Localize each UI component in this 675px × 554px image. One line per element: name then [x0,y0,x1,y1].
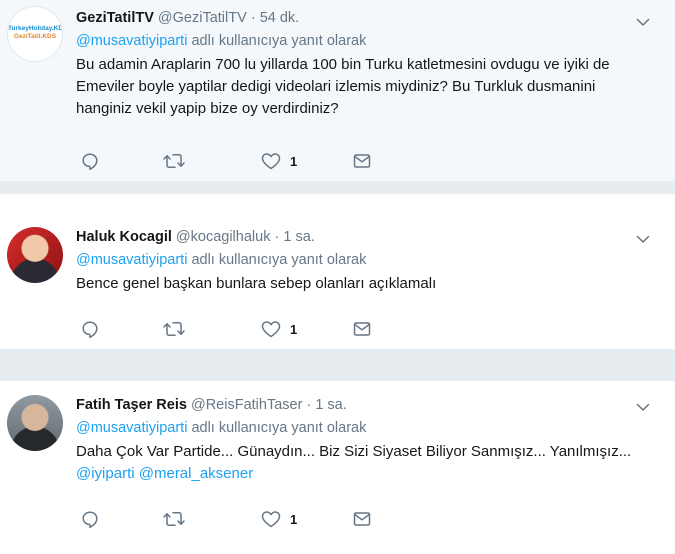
chevron-down-icon[interactable] [635,231,651,247]
logo-line-1: TurkeyHoliday.KDS [8,25,63,32]
avatar[interactable]: TurkeyHoliday.KDS GeziTatil.KDS [7,6,63,62]
timestamp[interactable]: 1 sa. [283,229,314,245]
mention-link[interactable]: @iyiparti [76,465,135,482]
reply-suffix: adlı kullanıcıya yanıt olarak [187,420,367,436]
display-name[interactable]: Haluk Kocagil [76,229,172,245]
reply-button[interactable] [80,151,100,171]
reply-mention-link[interactable]: @musavatiyiparti [76,252,187,268]
tweet-text: Bu adamin Araplarin 700 lu yillarda 100 … [76,56,610,117]
tweet-actions: 1 [80,509,400,529]
reply-icon [80,509,100,529]
tweet[interactable]: TurkeyHoliday.KDS GeziTatil.KDS GeziTati… [0,0,675,181]
timestamp[interactable]: 54 dk. [260,10,300,26]
like-icon [260,151,282,171]
reply-context: @musavatiyiparti adlı kullanıcıya yanıt … [76,418,645,438]
like-icon [260,509,282,529]
user-handle[interactable]: @kocagilhaluk [176,229,271,245]
retweet-icon [162,509,186,529]
display-name[interactable]: GeziTatilTV [76,10,154,26]
tweet-header: GeziTatilTV @GeziTatilTV · 54 dk. [76,8,645,28]
tweet[interactable]: Haluk Kocagil @kocagilhaluk · 1 sa. @mus… [0,194,675,349]
reply-suffix: adlı kullanıcıya yanıt olarak [187,252,367,268]
retweet-icon [162,319,186,339]
tweet-text: Daha Çok Var Partide... Günaydın... Biz … [76,441,645,485]
tweet-text-body: Daha Çok Var Partide... Günaydın... Biz … [76,443,632,460]
retweet-button[interactable] [162,151,186,171]
reply-context: @musavatiyiparti adlı kullanıcıya yanıt … [76,250,645,270]
avatar[interactable] [7,227,63,283]
tweet-header: Haluk Kocagil @kocagilhaluk · 1 sa. [76,227,645,247]
reply-context: @musavatiyiparti adlı kullanıcıya yanıt … [76,31,645,51]
separator-dot: · [306,397,312,413]
tweet-text: Bence genel başkan bunlara sebep olanlar… [76,275,437,292]
reply-button[interactable] [80,319,100,339]
message-icon [352,151,372,171]
message-button[interactable] [352,509,372,529]
reply-icon [80,319,100,339]
retweet-icon [162,151,186,171]
tweet-actions: 1 [80,151,400,171]
logo-line-2: GeziTatil.KDS [13,33,57,40]
user-handle[interactable]: @ReisFatihTaser [191,397,302,413]
user-handle[interactable]: @GeziTatilTV [158,10,247,26]
display-name[interactable]: Fatih Taşer Reis [76,397,187,413]
message-button[interactable] [352,319,372,339]
mention-link[interactable]: @meral_aksener [139,465,253,482]
like-count: 1 [290,511,298,527]
like-count: 1 [290,153,298,169]
chevron-down-icon[interactable] [635,14,651,30]
tweet[interactable]: Fatih Taşer Reis @ReisFatihTaser · 1 sa.… [0,381,675,554]
message-button[interactable] [352,151,372,171]
like-icon [260,319,282,339]
retweet-button[interactable] [162,509,186,529]
tweet-actions: 1 [80,319,400,339]
timestamp[interactable]: 1 sa. [315,397,346,413]
reply-button[interactable] [80,509,100,529]
chevron-down-icon[interactable] [635,399,651,415]
reply-mention-link[interactable]: @musavatiyiparti [76,33,187,49]
separator-dot: · [274,229,280,245]
reply-suffix: adlı kullanıcıya yanıt olarak [187,33,367,49]
avatar-logo: TurkeyHoliday.KDS GeziTatil.KDS [8,25,62,41]
message-icon [352,509,372,529]
separator-dot: · [250,10,256,26]
reply-mention-link[interactable]: @musavatiyiparti [76,420,187,436]
avatar[interactable] [7,395,63,451]
like-button[interactable]: 1 [260,151,297,171]
like-button[interactable]: 1 [260,509,297,529]
tweet-header: Fatih Taşer Reis @ReisFatihTaser · 1 sa. [76,395,645,415]
like-count: 1 [290,321,298,337]
message-icon [352,319,372,339]
reply-icon [80,151,100,171]
retweet-button[interactable] [162,319,186,339]
like-button[interactable]: 1 [260,319,297,339]
